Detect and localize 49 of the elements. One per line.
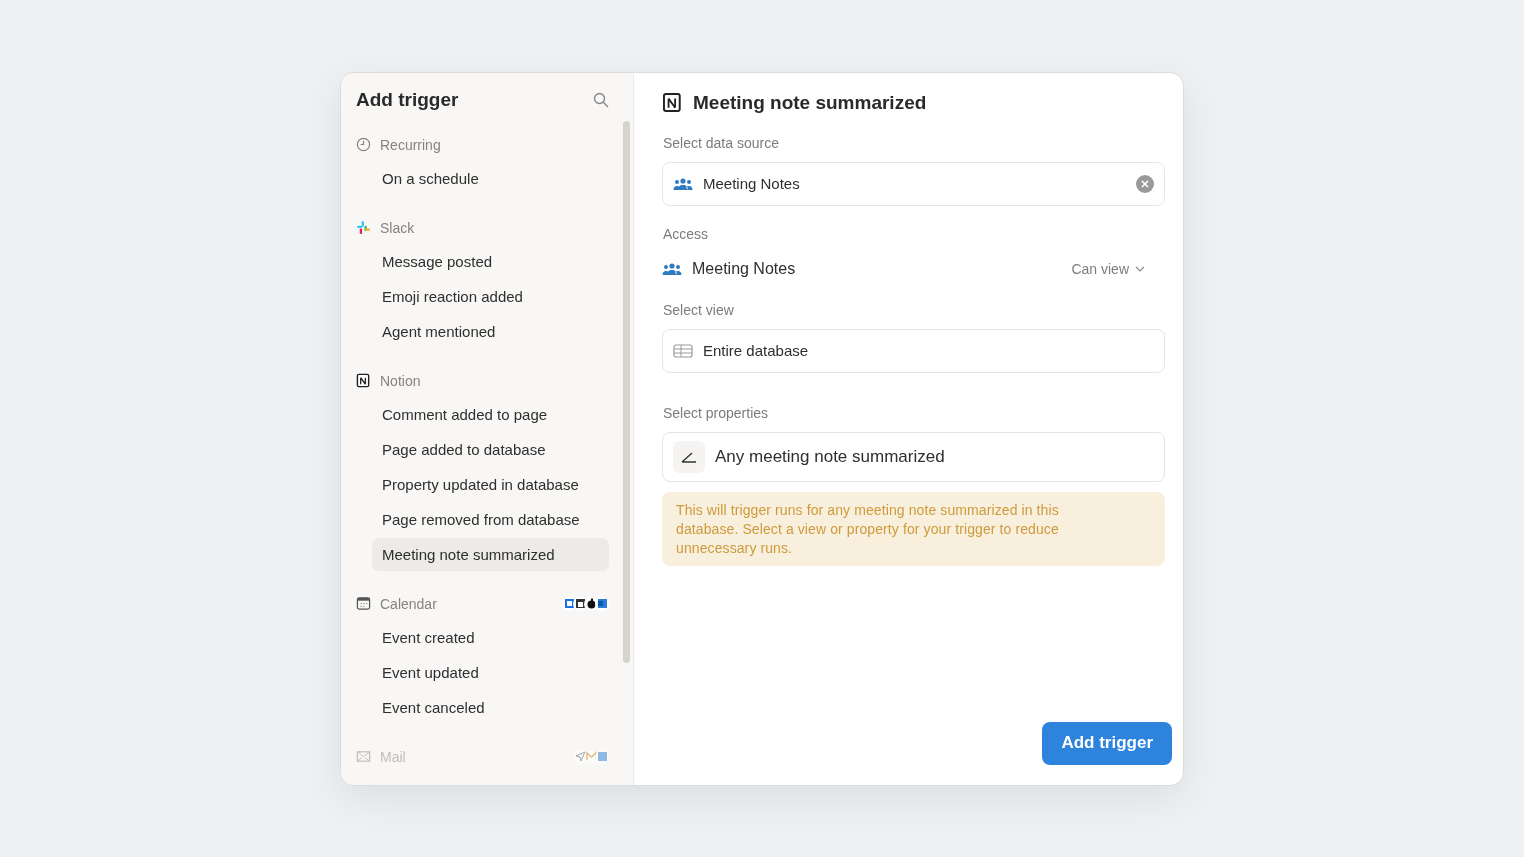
field-label: Select data source	[663, 134, 780, 153]
field-label: Select properties	[663, 404, 770, 423]
detail-title: Meeting note summarized	[693, 91, 927, 114]
mail-icon	[356, 749, 371, 764]
warning-message: This will trigger runs for any meeting note summarized in this database. Select a view or property for your trigger to reduce unnecessary runs.	[662, 491, 1165, 566]
slack-logo-icon	[356, 220, 371, 235]
send-icon	[574, 751, 586, 762]
app-icon	[596, 598, 608, 609]
trigger-item[interactable]: Page added to database	[372, 432, 609, 466]
trigger-item[interactable]: Event updated	[372, 655, 609, 689]
trigger-item[interactable]: Meeting note summarized	[372, 537, 609, 571]
properties-field[interactable]: Any meeting note summarized	[662, 431, 1165, 482]
field-label: Select view	[663, 301, 735, 320]
trigger-item[interactable]: Message posted	[372, 244, 609, 278]
trigger-item[interactable]: Emoji reaction added	[372, 279, 609, 313]
people-icon	[662, 261, 682, 276]
trigger-item[interactable]: Comment added to page	[372, 397, 609, 431]
group-label: Mail	[380, 748, 406, 765]
chevron-down-icon	[1135, 265, 1145, 272]
permission-dropdown[interactable]: Can view	[1071, 260, 1155, 277]
apple-logo-icon	[585, 598, 597, 609]
trigger-item[interactable]: Agent mentioned	[372, 314, 609, 348]
trigger-item[interactable]: Property updated in database	[372, 467, 609, 501]
trigger-item[interactable]: Event canceled	[372, 690, 609, 724]
notion-logo-icon	[662, 92, 683, 113]
app-icon	[596, 751, 608, 762]
table-icon	[673, 343, 693, 358]
sidebar-title: Add trigger	[356, 88, 459, 111]
clock-icon	[356, 137, 371, 152]
app-icon	[585, 751, 597, 762]
angle-icon	[681, 449, 697, 464]
scrollbar[interactable]	[623, 120, 630, 663]
group-label: Notion	[380, 372, 421, 389]
search-icon[interactable]	[593, 91, 609, 108]
trigger-item[interactable]: Event created	[372, 620, 609, 654]
group-label: Slack	[380, 219, 415, 236]
view-field[interactable]: Entire database	[662, 328, 1165, 373]
group-label: Calendar	[380, 595, 437, 612]
clear-icon[interactable]	[1136, 174, 1154, 193]
group-label: Recurring	[380, 136, 441, 153]
data-source-field[interactable]: Meeting Notes	[662, 161, 1165, 206]
trigger-item[interactable]: Page removed from database	[372, 502, 609, 536]
add-trigger-button[interactable]: Add trigger	[1042, 721, 1172, 765]
field-label: Access	[663, 225, 710, 244]
notion-logo-icon	[356, 373, 371, 388]
calendar-icon	[356, 596, 371, 611]
access-name: Meeting Notes	[692, 259, 796, 278]
people-icon	[673, 176, 693, 191]
trigger-item[interactable]: On a schedule	[372, 161, 609, 195]
